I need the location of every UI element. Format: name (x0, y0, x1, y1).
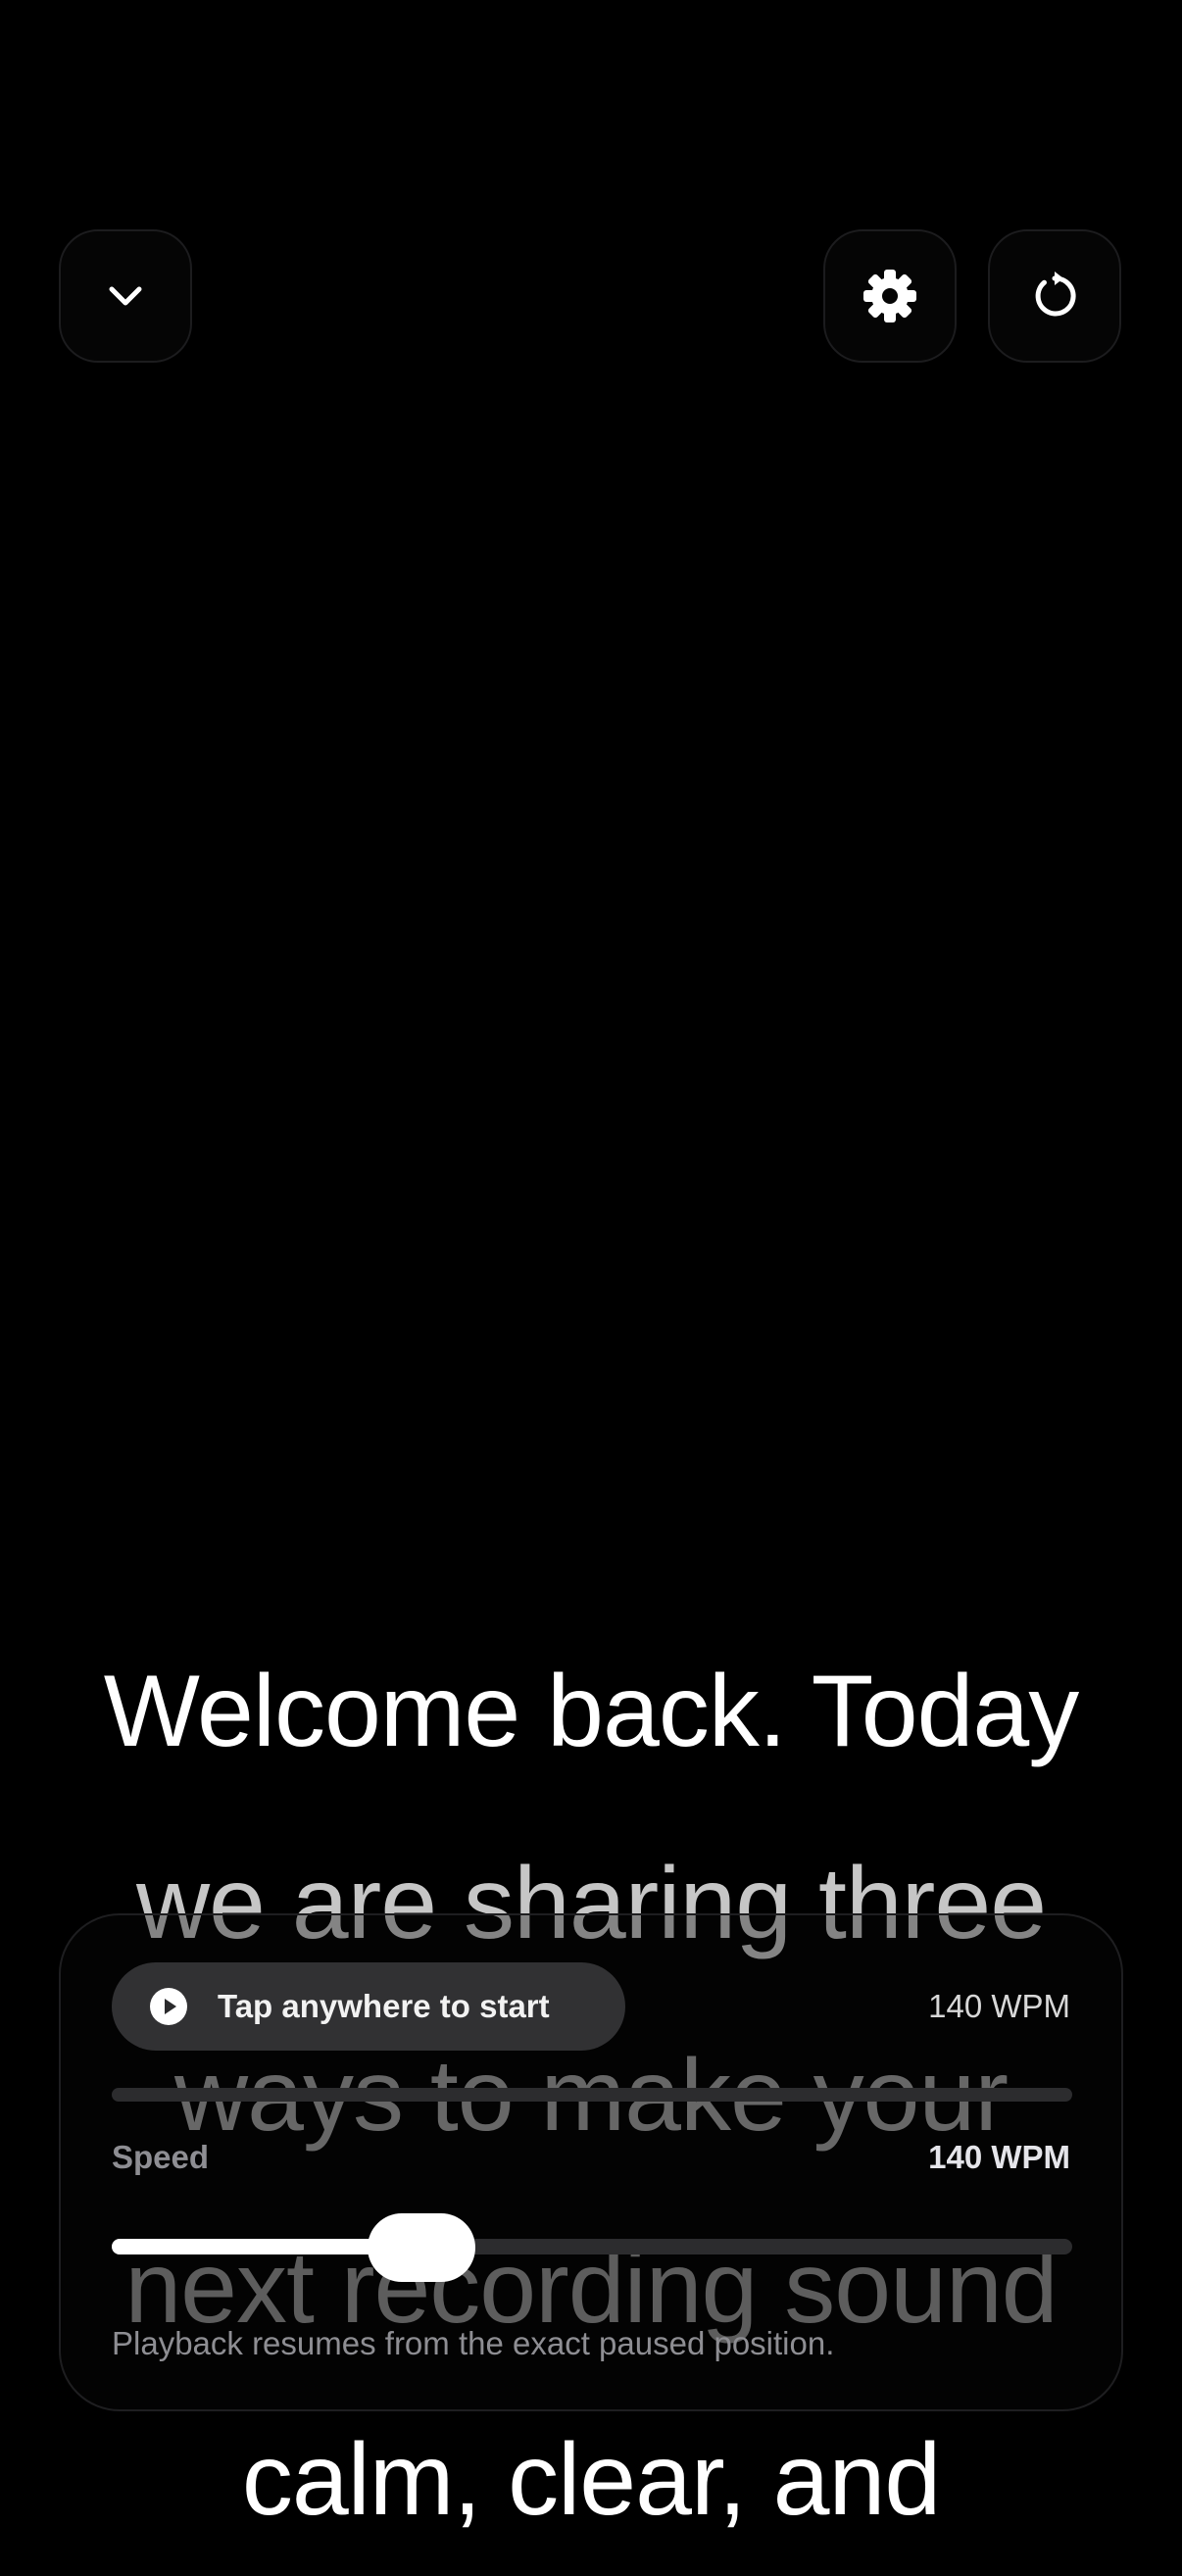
collapse-button[interactable] (59, 229, 192, 363)
script-line: calm, clear, and (241, 2423, 941, 2537)
start-button[interactable]: Tap anywhere to start (112, 1962, 625, 2051)
speed-label: Speed (112, 2139, 210, 2175)
play-circle-icon (150, 1988, 187, 2025)
speed-slider-thumb[interactable] (368, 2213, 475, 2282)
progress-bar[interactable] (112, 2088, 1072, 2102)
chevron-down-icon (109, 286, 142, 306)
playback-hint: Playback resumes from the exact paused p… (112, 2325, 835, 2361)
wpm-readout: 140 WPM (928, 1988, 1070, 2024)
start-label: Tap anywhere to start (218, 1988, 550, 2024)
settings-button[interactable] (823, 229, 957, 363)
playback-control-panel: Tap anywhere to start 140 WPM Speed 140 … (59, 1913, 1123, 2411)
gear-icon (863, 270, 916, 322)
restart-button[interactable] (988, 229, 1121, 363)
script-line: Welcome back. Today (103, 1655, 1080, 1768)
speed-slider[interactable] (112, 2209, 1072, 2288)
speed-value: 140 WPM (928, 2139, 1070, 2175)
restart-icon (1035, 272, 1076, 317)
